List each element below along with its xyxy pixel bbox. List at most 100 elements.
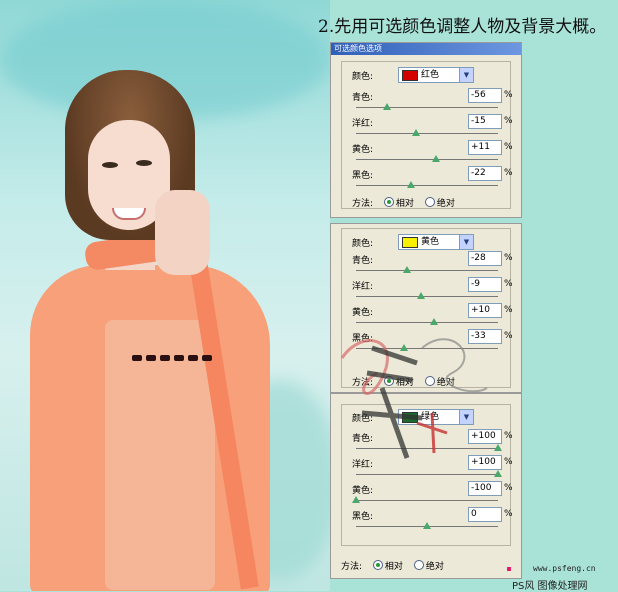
slider-value-input[interactable]: -22 (468, 166, 502, 181)
model-photo (0, 0, 330, 591)
radio-relative[interactable] (383, 376, 394, 386)
slider-value-input[interactable]: -28 (468, 251, 502, 266)
percent-sign: % (504, 90, 513, 100)
color-swatch (402, 237, 418, 248)
slider-value-input[interactable]: +10 (468, 303, 502, 318)
slider-value-input[interactable]: -56 (468, 88, 502, 103)
right-eye (136, 160, 152, 166)
slider-label: 黑色: (352, 171, 374, 181)
options-group: 颜色: 绿色 ▼ 青色: +100% 洋红: +100% 黄色: -100% 黑色: 0% (341, 404, 513, 546)
slider-track[interactable] (356, 322, 498, 323)
method-label: 方法: (341, 562, 363, 572)
radio-relative-label: 相对 (395, 378, 414, 388)
color-name: 黄色 (421, 237, 440, 247)
percent-sign: % (504, 142, 513, 152)
slider-value-input[interactable]: -9 (468, 277, 502, 292)
slider-thumb[interactable] (407, 181, 416, 188)
radio-absolute-label: 绝对 (436, 378, 455, 388)
radio-absolute-label: 绝对 (436, 199, 455, 209)
radio-absolute[interactable] (424, 197, 435, 207)
radio-absolute[interactable] (424, 376, 435, 386)
slider-thumb[interactable] (403, 266, 412, 273)
chevron-down-icon[interactable]: ▼ (459, 410, 473, 424)
percent-sign: % (504, 509, 513, 519)
color-row: 颜色: 绿色 ▼ (352, 409, 474, 425)
slider-row: 洋红: +100% (352, 455, 520, 483)
slider-label: 黑色: (352, 334, 374, 344)
percent-sign: % (504, 253, 513, 263)
radio-relative-label: 相对 (384, 562, 403, 572)
percent-sign: % (504, 483, 513, 493)
slider-track[interactable] (356, 133, 498, 134)
slider-label: 青色: (352, 434, 374, 444)
slider-value-input[interactable]: 0 (468, 507, 502, 522)
slider-value-input[interactable]: -33 (468, 329, 502, 344)
options-group: 颜色: 黄色 ▼ 青色: -28% 洋红: -9% 黄色: +10% 黑色: -33% 方法:… (341, 228, 513, 388)
slider-row: 青色: +100% (352, 429, 520, 457)
color-row: 颜色: 红色 ▼ (352, 67, 474, 83)
slider-label: 黑色: (352, 512, 374, 522)
slider-thumb[interactable] (383, 103, 392, 110)
slider-value-input[interactable]: +100 (468, 429, 502, 444)
slider-row: 黑色: 0% (352, 507, 520, 535)
selective-color-dialog-yellow: 颜色: 黄色 ▼ 青色: -28% 洋红: -9% 黄色: +10% 黑色: -33% 方法:… (330, 223, 522, 393)
slider-row: 青色: -56% (352, 88, 520, 116)
color-select[interactable]: 红色 ▼ (398, 67, 474, 83)
method-row: 方法: 相对 绝对 (352, 375, 455, 388)
color-swatch (402, 412, 418, 423)
slider-thumb[interactable] (494, 470, 502, 477)
color-name: 红色 (421, 70, 440, 80)
color-swatch (402, 70, 418, 81)
color-label: 颜色: (352, 239, 374, 249)
slider-label: 青色: (352, 93, 374, 103)
chevron-down-icon[interactable]: ▼ (459, 68, 473, 82)
color-select[interactable]: 绿色 ▼ (398, 409, 474, 425)
slider-track[interactable] (356, 500, 498, 501)
slider-thumb[interactable] (431, 155, 440, 162)
slider-thumb[interactable] (494, 444, 502, 451)
slider-label: 洋红: (352, 282, 374, 292)
footer-site: PS风 图像处理网 (512, 581, 588, 592)
method-row: 方法: 相对 绝对 (352, 196, 455, 209)
percent-sign: % (504, 279, 513, 289)
percent-sign: % (504, 305, 513, 315)
slider-track[interactable] (356, 348, 498, 349)
slider-label: 黄色: (352, 308, 374, 318)
slider-track[interactable] (356, 185, 498, 186)
slider-row: 洋红: -15% (352, 114, 520, 142)
slider-value-input[interactable]: +100 (468, 455, 502, 470)
slider-row: 黄色: +10% (352, 303, 520, 331)
percent-sign: % (504, 331, 513, 341)
slider-track[interactable] (356, 296, 498, 297)
radio-relative[interactable] (383, 197, 394, 207)
slider-track[interactable] (356, 448, 498, 449)
slider-value-input[interactable]: -100 (468, 481, 502, 496)
slider-label: 黄色: (352, 145, 374, 155)
radio-relative[interactable] (372, 560, 383, 570)
slider-track[interactable] (356, 474, 498, 475)
slider-thumb[interactable] (400, 344, 409, 351)
radio-absolute[interactable] (413, 560, 424, 570)
footer-dot (507, 567, 511, 571)
slider-row: 洋红: -9% (352, 277, 520, 305)
selective-color-dialog-red: 可选颜色选项 颜色: 红色 ▼ 青色: -56% 洋红: -15% 黄色: +11% 黑色:… (330, 42, 522, 218)
slider-thumb[interactable] (417, 292, 426, 299)
slider-track[interactable] (356, 159, 498, 160)
slider-thumb[interactable] (423, 522, 431, 529)
color-select[interactable]: 黄色 ▼ (398, 234, 474, 250)
footer-url: www.psfeng.cn (533, 564, 596, 573)
slider-thumb[interactable] (411, 129, 420, 136)
color-label: 颜色: (352, 414, 374, 424)
chevron-down-icon[interactable]: ▼ (459, 235, 473, 249)
color-row: 颜色: 黄色 ▼ (352, 234, 474, 250)
percent-sign: % (504, 116, 513, 126)
slider-value-input[interactable]: -15 (468, 114, 502, 129)
peace-sign-hand (155, 190, 210, 275)
slider-track[interactable] (356, 270, 498, 271)
slider-thumb[interactable] (352, 496, 360, 503)
slider-value-input[interactable]: +11 (468, 140, 502, 155)
slider-row: 黄色: -100% (352, 481, 520, 509)
slider-track[interactable] (356, 107, 498, 108)
color-name: 绿色 (421, 412, 440, 422)
slider-thumb[interactable] (430, 318, 439, 325)
